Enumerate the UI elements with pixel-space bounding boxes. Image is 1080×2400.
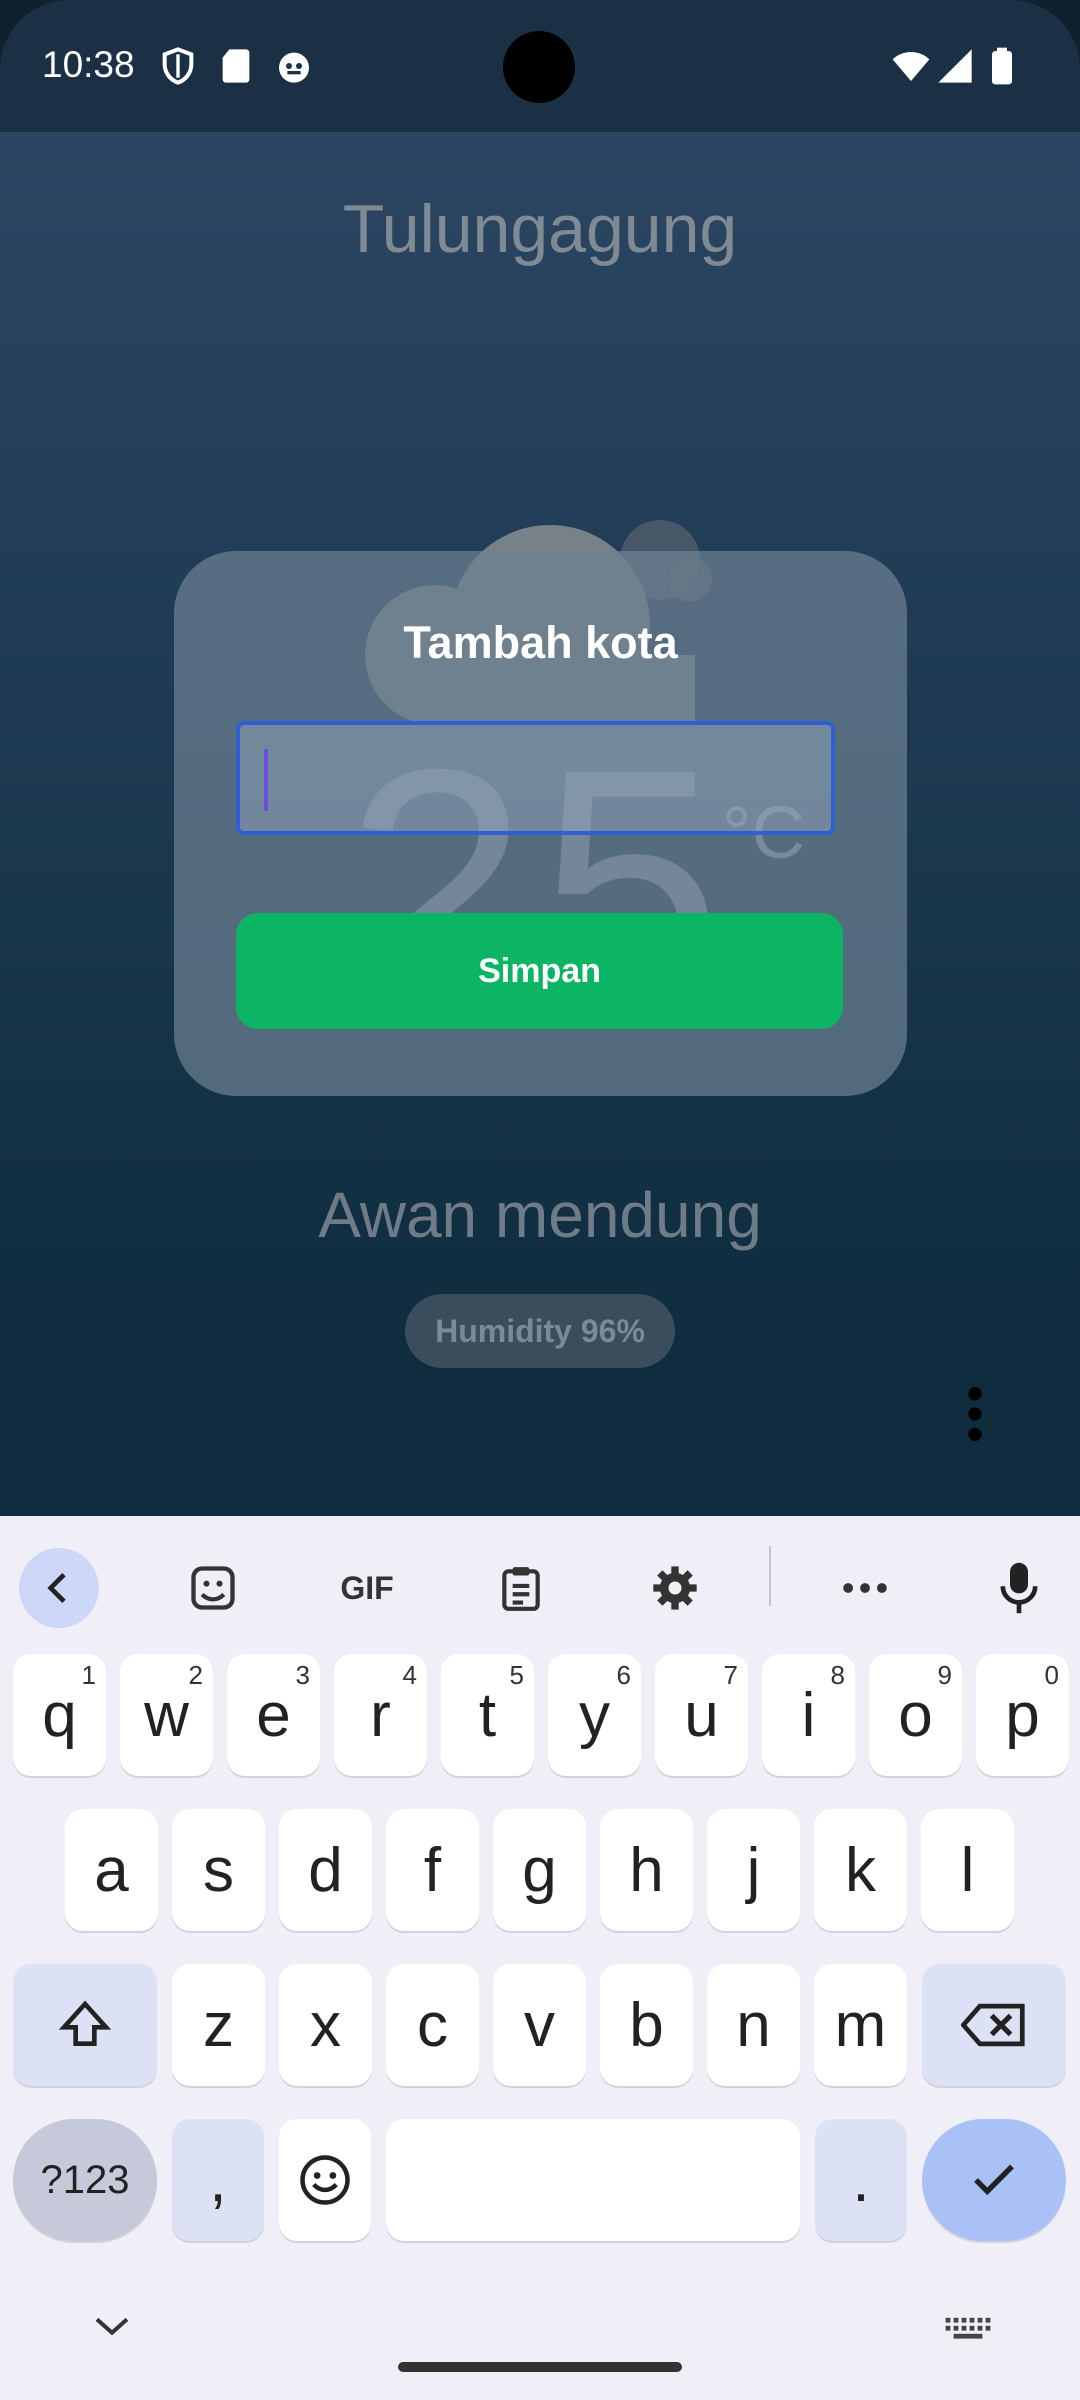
clipboard-icon <box>502 1567 540 1611</box>
key-hint: 1 <box>81 1660 96 1690</box>
key-label: o <box>898 1680 933 1750</box>
settings-button[interactable] <box>635 1548 715 1628</box>
key-e[interactable]: e3 <box>227 1654 320 1776</box>
battery-icon <box>992 47 1012 85</box>
gesture-nav-bar[interactable] <box>398 2362 682 2372</box>
key-w[interactable]: w2 <box>120 1654 213 1776</box>
clipboard-button[interactable] <box>481 1548 561 1628</box>
camera-cutout <box>503 31 575 103</box>
key-t[interactable]: t5 <box>441 1654 534 1776</box>
save-button[interactable]: Simpan <box>236 913 843 1029</box>
key-hint: 9 <box>937 1660 952 1690</box>
gear-icon <box>653 1566 697 1610</box>
hide-keyboard-icon[interactable] <box>92 2314 132 2338</box>
backspace-key[interactable] <box>922 1964 1066 2086</box>
key-b[interactable]: b <box>600 1964 693 2086</box>
gif-button[interactable]: GIF <box>327 1548 407 1628</box>
sticker-button[interactable] <box>173 1548 253 1628</box>
toolbar-divider <box>769 1546 771 1606</box>
city-name: Tulungagung <box>342 191 738 267</box>
emoji-key[interactable] <box>279 2119 371 2241</box>
more-options-button[interactable] <box>825 1548 905 1628</box>
key-v[interactable]: v <box>493 1964 586 2086</box>
key-y[interactable]: y6 <box>548 1654 641 1776</box>
add-city-dialog: Tambah kota Simpan <box>174 551 907 1096</box>
chevron-left-icon <box>47 1573 66 1603</box>
enter-key[interactable] <box>922 2119 1066 2241</box>
key-l[interactable]: l <box>921 1809 1014 1931</box>
screen: 10:38 Tulungagung 25 °C <box>0 0 1080 2400</box>
key-label: r <box>370 1680 391 1750</box>
voice-input-button[interactable] <box>979 1548 1059 1628</box>
key-u[interactable]: u7 <box>655 1654 748 1776</box>
key-hint: 2 <box>188 1660 203 1690</box>
sd-card-icon <box>222 49 250 83</box>
key-z[interactable]: z <box>172 1964 265 2086</box>
key-n[interactable]: n <box>707 1964 800 2086</box>
key-hint: 3 <box>295 1660 310 1690</box>
key-label: t <box>478 1680 497 1750</box>
key-p[interactable]: p0 <box>976 1654 1069 1776</box>
key-x[interactable]: x <box>279 1964 372 2086</box>
city-input[interactable] <box>236 721 835 835</box>
key-hint: 6 <box>616 1660 631 1690</box>
key-d[interactable]: d <box>279 1809 372 1931</box>
key-hint: 7 <box>723 1660 738 1690</box>
key-o[interactable]: o9 <box>869 1654 962 1776</box>
key-q[interactable]: q1 <box>13 1654 106 1776</box>
key-m[interactable]: m <box>814 1964 907 2086</box>
humidity-badge: Humidity 96% <box>405 1294 675 1368</box>
key-c[interactable]: c <box>386 1964 479 2086</box>
key-label: u <box>684 1680 719 1750</box>
shift-icon <box>58 2000 112 2046</box>
key-label: p <box>1005 1680 1040 1750</box>
text-caret <box>264 749 268 811</box>
key-s[interactable]: s <box>172 1809 265 1931</box>
status-bar: 10:38 <box>0 0 1080 132</box>
key-r[interactable]: r4 <box>334 1654 427 1776</box>
wifi-icon <box>892 52 930 81</box>
key-a[interactable]: a <box>65 1809 158 1931</box>
key-g[interactable]: g <box>493 1809 586 1931</box>
key-label: i <box>801 1680 816 1750</box>
more-vert-icon[interactable] <box>962 1386 988 1442</box>
key-f[interactable]: f <box>386 1809 479 1931</box>
key-i[interactable]: i8 <box>762 1654 855 1776</box>
keyboard: GIF q 1 w 2 e 3 r 4 t 5 y 6 u 7 i 8 o 9 … <box>0 1516 1080 2400</box>
robot-icon <box>279 52 309 83</box>
sticker-icon <box>191 1566 235 1610</box>
key-hint: 5 <box>509 1660 524 1690</box>
key-hint: 4 <box>402 1660 417 1690</box>
comma-key[interactable]: , <box>172 2119 264 2241</box>
shield-icon <box>162 47 194 85</box>
key-k[interactable]: k <box>814 1809 907 1931</box>
key-j[interactable]: j <box>707 1809 800 1931</box>
key-hint: 0 <box>1044 1660 1059 1690</box>
key-hint: 8 <box>830 1660 845 1690</box>
mic-icon <box>1000 1562 1038 1614</box>
dialog-title: Tambah kota <box>403 617 678 668</box>
shift-key[interactable] <box>13 1964 157 2086</box>
symbols-key[interactable]: ?123 <box>13 2119 157 2241</box>
keyboard-back-button[interactable] <box>19 1548 99 1628</box>
weather-condition: Awan mendung <box>318 1179 762 1251</box>
signal-icon <box>938 49 972 83</box>
backspace-icon <box>961 2003 1025 2047</box>
check-icon <box>974 2164 1014 2196</box>
more-horiz-icon <box>843 1583 887 1593</box>
period-key[interactable]: . <box>815 2119 907 2241</box>
key-h[interactable]: h <box>600 1809 693 1931</box>
status-time: 10:38 <box>42 44 135 85</box>
space-key[interactable] <box>386 2119 800 2241</box>
emoji-icon <box>300 2155 350 2205</box>
keyboard-switch-icon[interactable] <box>944 2316 992 2342</box>
key-label: w <box>144 1680 189 1750</box>
key-label: e <box>256 1680 291 1750</box>
key-label: q <box>42 1680 77 1750</box>
key-label: y <box>579 1680 610 1750</box>
